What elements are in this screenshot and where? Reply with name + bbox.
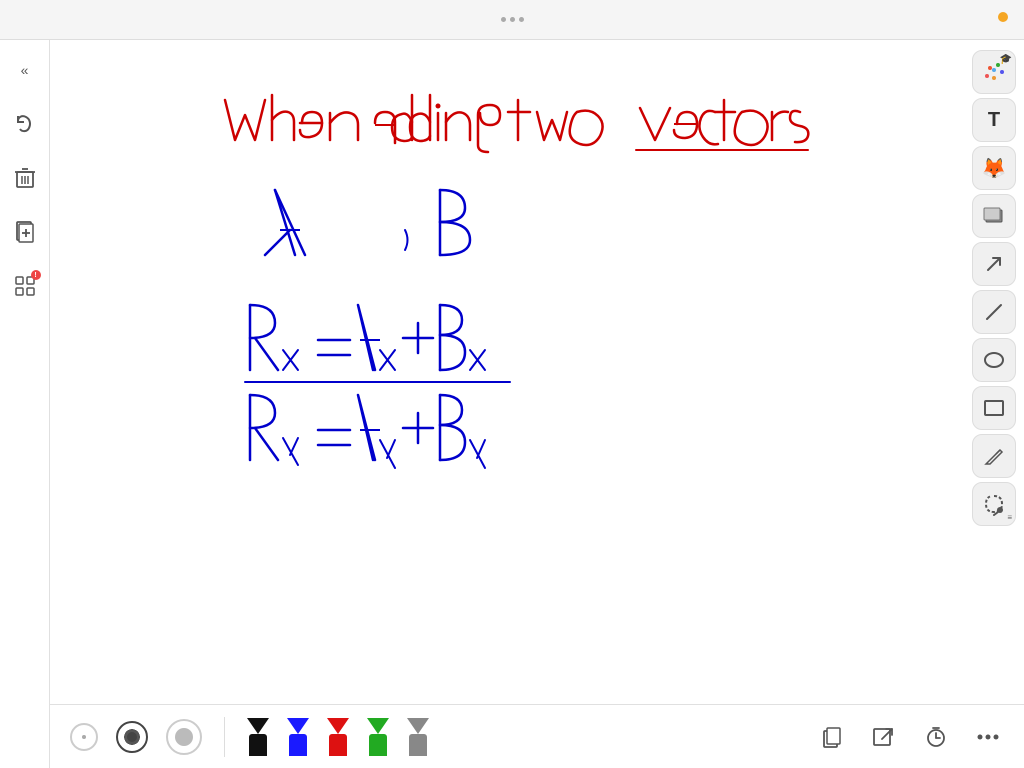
gray-pen-tip	[407, 718, 429, 734]
layers-button[interactable]	[972, 194, 1016, 238]
medium-stroke-button[interactable]	[116, 721, 148, 753]
undo-icon	[14, 113, 36, 135]
line-icon	[982, 300, 1006, 324]
grid-badge: !	[31, 270, 41, 280]
dot1	[501, 17, 506, 22]
share-icon	[872, 725, 896, 749]
green-pen-body	[369, 734, 387, 756]
sticker-overlay-icon: 🎓	[1000, 54, 1012, 65]
large-stroke-button[interactable]	[166, 719, 202, 755]
orange-dot	[998, 12, 1008, 22]
arrow-icon	[982, 252, 1006, 276]
green-pen-button[interactable]	[367, 718, 389, 756]
dot3	[519, 17, 524, 22]
blue-pen-body	[289, 734, 307, 756]
bottom-right-tools	[796, 704, 1024, 768]
small-stroke-dot	[82, 735, 86, 739]
sticker-icon: 🦊	[982, 156, 1007, 181]
copy-page-button[interactable]	[812, 717, 852, 757]
back-button[interactable]: «	[7, 52, 43, 88]
sticker-button[interactable]: 🦊 🎓	[972, 146, 1016, 190]
pen-tool-button[interactable]	[972, 434, 1016, 478]
rectangle-button[interactable]	[972, 386, 1016, 430]
red-pen-body	[329, 734, 347, 756]
line-button[interactable]	[972, 290, 1016, 334]
arrow-button[interactable]	[972, 242, 1016, 286]
timer-icon	[924, 725, 948, 749]
red-pen-tip	[327, 718, 349, 734]
more-button[interactable]	[968, 717, 1008, 757]
copy-page-icon	[820, 725, 844, 749]
red-pen-button[interactable]	[327, 718, 349, 756]
small-stroke-button[interactable]	[70, 723, 98, 751]
top-bar	[0, 0, 1024, 40]
left-toolbar: « !	[0, 40, 50, 768]
large-stroke-dot	[175, 728, 193, 746]
green-pen-tip	[367, 718, 389, 734]
gray-pen-body	[409, 734, 427, 756]
rectangle-icon	[982, 396, 1006, 420]
medium-stroke-dot	[127, 732, 137, 742]
share-button[interactable]	[864, 717, 904, 757]
add-page-button[interactable]	[7, 214, 43, 250]
right-toolbar: T ≡ 🦊 🎓	[972, 50, 1016, 526]
blue-pen-tip	[287, 718, 309, 734]
trash-icon	[15, 167, 35, 189]
blue-pen-button[interactable]	[287, 718, 309, 756]
handwriting-canvas	[50, 40, 1024, 768]
undo-button[interactable]	[7, 106, 43, 142]
gray-pen-button[interactable]	[407, 718, 429, 756]
black-pen-tip	[247, 718, 269, 734]
lasso-icon	[982, 492, 1006, 516]
text-button[interactable]: T ≡	[972, 98, 1016, 142]
dot2	[510, 17, 515, 22]
more-icon	[976, 733, 1000, 741]
timer-button[interactable]	[916, 717, 956, 757]
top-bar-dots	[501, 17, 524, 22]
grid-button[interactable]: !	[7, 268, 43, 304]
layers-icon	[982, 204, 1006, 228]
text-sub-icon: ≡	[1007, 513, 1012, 522]
ellipse-icon	[982, 348, 1006, 372]
add-page-icon	[14, 221, 36, 243]
delete-button[interactable]	[7, 160, 43, 196]
black-pen-body	[249, 734, 267, 756]
pen-tool-icon	[982, 444, 1006, 468]
ellipse-button[interactable]	[972, 338, 1016, 382]
canvas-area[interactable]	[50, 40, 1024, 768]
text-icon: T	[988, 109, 1000, 132]
divider1	[224, 717, 225, 757]
black-pen-button[interactable]	[247, 718, 269, 756]
